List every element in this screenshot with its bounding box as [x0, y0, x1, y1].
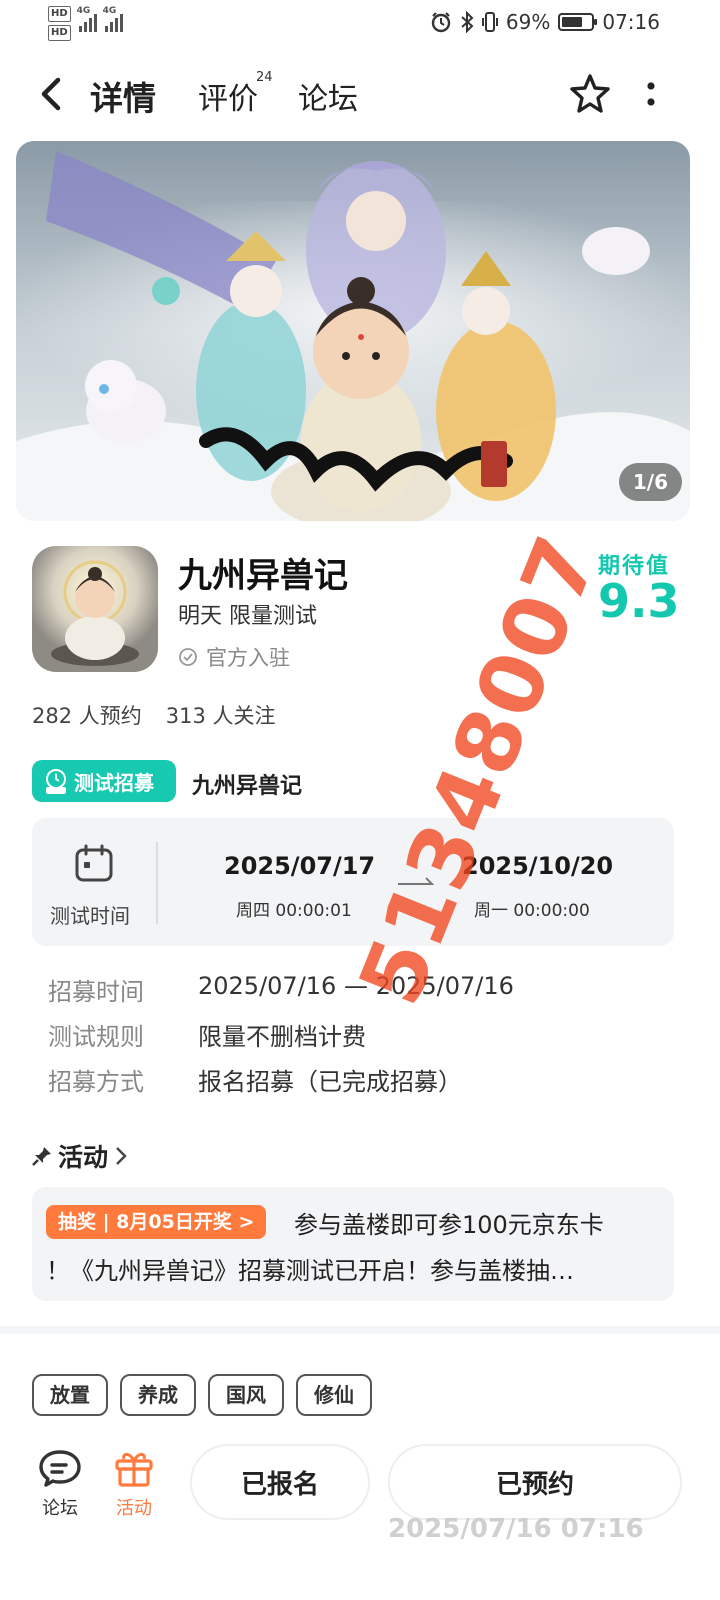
follow-count: 313 人关注	[165, 704, 276, 728]
carousel-page-counter: 1/6	[618, 463, 682, 501]
game-app-icon	[32, 546, 158, 672]
calendar-icon	[75, 844, 113, 882]
tab-detail[interactable]: 详情	[84, 72, 160, 124]
hd1-label: HD	[48, 6, 71, 22]
test-recruit-badge: 测试招募	[32, 760, 176, 802]
signal-icon-sim2: 4G	[102, 6, 123, 32]
clock: 07:16	[602, 10, 660, 34]
pin-icon	[32, 1147, 51, 1166]
game-test-schedule: 明天 限量测试	[178, 604, 317, 629]
info-value: 报名招募（已完成招募）	[198, 1068, 462, 1096]
bottom-forum-label: 论坛	[42, 1498, 78, 1519]
tag-idle[interactable]: 放置	[32, 1374, 108, 1416]
battery-icon	[558, 13, 598, 31]
favorite-star-icon[interactable]	[568, 72, 612, 116]
game-icon-art	[32, 546, 158, 672]
activity-text-line2: ！《九州异兽记》招募测试已开启！参与盖楼抽…	[46, 1257, 574, 1285]
hd-indicator: HD HD	[48, 6, 71, 44]
sim2-network-label: 4G	[102, 6, 117, 16]
activity-card[interactable]: 抽奖 | 8月05日开奖 > 参与盖楼即可参100元京东卡 ！《九州异兽记》招募…	[32, 1187, 674, 1301]
info-key: 招募时间	[48, 978, 144, 1006]
review-count-badge: 24	[256, 70, 273, 85]
tab-forum[interactable]: 论坛	[298, 74, 358, 118]
test-alarm-icon	[46, 769, 66, 794]
alarm-icon	[431, 12, 451, 33]
hd2-label: HD	[48, 25, 71, 41]
game-title: 九州异兽记	[178, 556, 348, 596]
recruit-badge-label: 测试招募	[74, 770, 154, 795]
top-nav: 详情 评价 24 论坛	[0, 62, 720, 126]
check-circle-icon	[179, 648, 197, 666]
bottom-activity-button[interactable]: 活动	[104, 1448, 164, 1520]
test-start-date: 2025/07/17	[224, 852, 376, 880]
tab-forum-label: 论坛	[298, 82, 358, 117]
more-options-icon[interactable]	[644, 78, 658, 112]
activity-text-line1: 参与盖楼即可参100元京东卡	[294, 1211, 604, 1239]
tab-review-label: 评价	[198, 82, 258, 117]
genre-tags: 放置 养成 国风 修仙	[32, 1374, 372, 1416]
test-time-card: 测试时间 2025/07/17 周四 00:00:01 2025/10/20 周…	[32, 818, 674, 946]
reservation-count: 282 人预约	[32, 704, 142, 728]
battery-level	[562, 17, 582, 27]
test-time-label: 测试时间	[50, 904, 130, 928]
signal-icon-sim1: 4G	[76, 6, 97, 32]
bluetooth-icon	[461, 11, 474, 33]
tab-review[interactable]: 评价 24	[198, 70, 273, 118]
gift-icon	[115, 1452, 153, 1487]
game-banner-carousel[interactable]: 1/6	[16, 141, 690, 521]
recruit-game-name: 九州异兽记	[192, 774, 303, 799]
expectation-score: 9.3	[598, 574, 680, 628]
banner-artwork	[16, 141, 690, 521]
info-key: 招募方式	[48, 1068, 144, 1096]
status-bar: HD HD 4G 4G 69% 07:16	[0, 0, 720, 50]
sim1-network-label: 4G	[76, 6, 91, 16]
follow-stats: 282 人预约 313 人关注	[32, 700, 276, 730]
tag-xianxia[interactable]: 修仙	[296, 1374, 372, 1416]
official-verified: 官方入驻	[178, 642, 290, 672]
signed-up-button[interactable]: 已报名	[190, 1444, 370, 1520]
watermark-timestamp: 2025/07/16 07:16	[388, 1514, 644, 1544]
tag-cultivation[interactable]: 养成	[120, 1374, 196, 1416]
lottery-tag: 抽奖 | 8月05日开奖 >	[46, 1205, 267, 1239]
chevron-right-icon	[116, 1147, 127, 1165]
section-separator	[0, 1326, 720, 1334]
back-arrow-icon[interactable]	[36, 74, 66, 114]
info-value: 限量不删档计费	[198, 1023, 366, 1051]
activity-section-header[interactable]: 活动	[32, 1138, 128, 1174]
chat-bubble-icon	[39, 1450, 81, 1487]
info-key: 测试规则	[48, 1023, 144, 1051]
divider	[156, 842, 158, 924]
tag-chinese-style[interactable]: 国风	[208, 1374, 284, 1416]
reserved-button[interactable]: 已预约	[388, 1444, 682, 1520]
status-left: HD HD 4G 4G	[48, 6, 123, 44]
activity-title: 活动	[58, 1143, 109, 1172]
bottom-forum-button[interactable]: 论坛	[30, 1448, 90, 1520]
test-start-time: 周四 00:00:01	[236, 901, 352, 921]
test-end-time: 周一 00:00:00	[474, 901, 590, 921]
tab-detail-label: 详情	[90, 79, 156, 118]
official-label: 官方入驻	[206, 646, 290, 670]
status-right: 69% 07:16	[430, 10, 660, 34]
battery-percent: 69%	[505, 10, 551, 34]
vibrate-icon	[481, 12, 498, 32]
bottom-activity-label: 活动	[116, 1498, 152, 1519]
